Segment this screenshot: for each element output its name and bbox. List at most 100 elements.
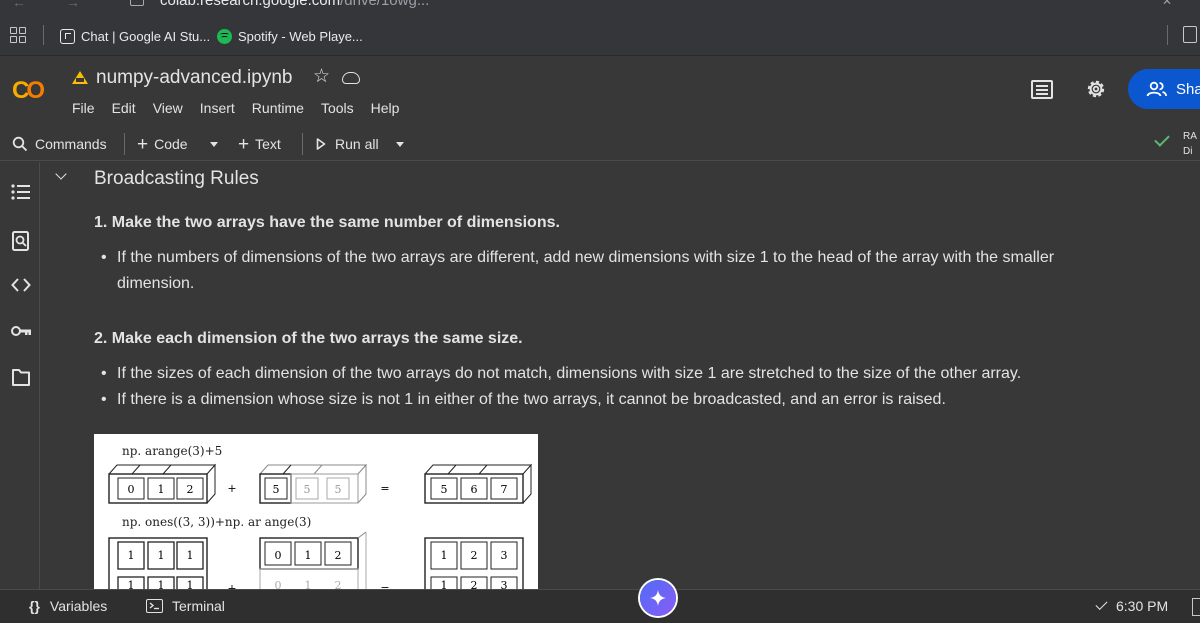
add-code-button[interactable]: + Code <box>137 134 188 154</box>
bookmark-spotify[interactable]: Spotify - Web Playe... <box>217 26 363 46</box>
array-b-example-2: 0 1 2 0 1 2 <box>259 531 367 589</box>
connected-check-icon[interactable] <box>1154 131 1170 147</box>
cell-value: 1 <box>187 579 194 589</box>
menu-bar: File Edit View Insert Runtime Tools Help <box>72 100 416 116</box>
terminal-icon <box>146 599 163 613</box>
plus-icon: + <box>137 133 149 155</box>
back-icon[interactable]: ← <box>12 0 26 10</box>
terminal-button[interactable]: Terminal <box>146 598 225 614</box>
files-folder-icon[interactable] <box>10 366 32 388</box>
section-heading: Broadcasting Rules <box>94 168 259 189</box>
plus-icon: + <box>238 133 250 155</box>
result-example-2: 1 2 3 1 2 3 <box>424 537 524 589</box>
site-info-icon[interactable] <box>130 0 144 6</box>
people-icon <box>1146 81 1168 97</box>
star-icon[interactable]: ☆ <box>313 67 330 86</box>
code-label: Code <box>154 136 188 152</box>
cell-value: 1 <box>128 549 135 562</box>
gear-icon[interactable] <box>1084 77 1108 101</box>
cell-value: 2 <box>335 579 342 589</box>
run-all-button[interactable]: Run all <box>316 134 379 154</box>
cell-value: 5 <box>441 483 448 496</box>
cell-value: 0 <box>128 483 135 496</box>
all-bookmarks-icon[interactable] <box>1183 26 1197 43</box>
drive-icon[interactable] <box>72 71 88 84</box>
notebook-toolbar: Commands + Code + Text Run all RA Di <box>0 127 1200 161</box>
panel-toggle-icon[interactable] <box>1192 598 1200 616</box>
menu-runtime[interactable]: Runtime <box>252 100 304 116</box>
menu-insert[interactable]: Insert <box>200 100 235 116</box>
broadcasting-figure: np. arange(3)+5 0 1 2 + 5 5 5 = 5 6 7 1 … <box>94 434 538 589</box>
cloud-saved-icon[interactable] <box>342 72 360 84</box>
notebook-title[interactable]: numpy-advanced.ipynb <box>96 67 292 89</box>
bookmark-ai-studio[interactable]: Chat | Google AI Stu... <box>60 26 210 46</box>
share-button[interactable]: Sha <box>1128 69 1200 109</box>
sparkle-icon <box>650 590 666 606</box>
ram-label: RA <box>1183 131 1197 142</box>
address-bar[interactable]: colab.research.google.com/drive/1owg... <box>160 0 429 9</box>
browser-url-strip: ← → colab.research.google.com/drive/1owg… <box>0 0 1200 14</box>
secrets-key-icon[interactable] <box>10 320 32 342</box>
bookmarks-divider <box>1167 25 1168 45</box>
cell-value: 2 <box>335 549 342 562</box>
cell-value: 1 <box>305 579 312 589</box>
forward-icon[interactable]: → <box>66 0 80 10</box>
broadcast-diagram: 0 1 2 + 5 5 5 = 5 6 7 1 1 1 1 1 1 + 0 1 … <box>108 463 533 589</box>
cell-value: 3 <box>501 549 508 562</box>
close-icon[interactable]: ✕ <box>1162 0 1172 8</box>
cell-value: 0 <box>275 579 282 589</box>
cell-value: 5 <box>335 483 342 496</box>
commands-button[interactable]: Commands <box>12 134 107 154</box>
execution-time: 6:30 PM <box>1116 598 1169 614</box>
cell-value: 1 <box>158 579 165 589</box>
bookmark-label: Spotify - Web Playe... <box>238 28 363 44</box>
share-label: Sha <box>1176 80 1200 98</box>
add-text-button[interactable]: + Text <box>238 134 281 154</box>
plus-sign: + <box>227 582 236 589</box>
cell-value: 1 <box>128 579 135 589</box>
comment-icon[interactable] <box>1031 80 1053 99</box>
variables-label: Variables <box>49 598 108 614</box>
find-replace-icon[interactable] <box>10 230 32 252</box>
cell-value: 7 <box>501 483 508 496</box>
equals-sign: = <box>380 582 389 589</box>
execution-status[interactable]: 6:30 PM <box>1095 597 1169 614</box>
gemini-button[interactable] <box>640 580 676 616</box>
example-2-label: np. ones((3, 3))+np. ar ange(3) <box>122 515 312 529</box>
menu-help[interactable]: Help <box>371 100 400 116</box>
menu-view[interactable]: View <box>153 100 183 116</box>
plus-sign: + <box>227 482 236 495</box>
cell-value: 5 <box>273 483 280 496</box>
disk-label: Di <box>1183 146 1193 157</box>
variables-button[interactable]: {} Variables <box>29 598 107 614</box>
play-icon <box>316 138 326 150</box>
bookmarks-divider <box>43 25 44 45</box>
cell-value: 1 <box>441 549 448 562</box>
rule-2-bullet: If there is a dimension whose size is no… <box>101 387 1127 413</box>
cell-value: 0 <box>275 549 282 562</box>
array-a-example-2: 1 1 1 1 1 1 <box>108 537 208 589</box>
terminal-label: Terminal <box>172 598 225 614</box>
result-example-1: 5 6 7 <box>424 463 533 504</box>
ram-disk-indicator[interactable]: RA Di <box>1183 129 1197 159</box>
equals-sign: = <box>380 482 389 495</box>
toolbar-divider <box>302 133 303 155</box>
left-sidebar <box>0 162 40 589</box>
code-snippets-icon[interactable] <box>10 274 32 296</box>
menu-tools[interactable]: Tools <box>321 100 354 116</box>
status-bar: {} Variables Terminal 6:30 PM <box>0 589 1200 623</box>
menu-file[interactable]: File <box>72 100 95 116</box>
cell-value: 1 <box>441 579 448 589</box>
bookmarks-bar: Chat | Google AI Stu... Spotify - Web Pl… <box>0 14 1200 56</box>
table-of-contents-icon[interactable] <box>10 182 32 204</box>
menu-edit[interactable]: Edit <box>112 100 136 116</box>
collapse-section-icon[interactable] <box>55 168 67 180</box>
cell-value: 3 <box>501 579 508 589</box>
colab-logo[interactable]: CO <box>12 77 45 105</box>
run-all-dropdown[interactable] <box>396 134 404 154</box>
caret-down-icon <box>396 141 404 147</box>
check-icon <box>1095 597 1108 611</box>
apps-grid-icon[interactable] <box>10 27 26 43</box>
ai-studio-icon <box>60 28 75 44</box>
code-dropdown[interactable] <box>210 134 218 154</box>
